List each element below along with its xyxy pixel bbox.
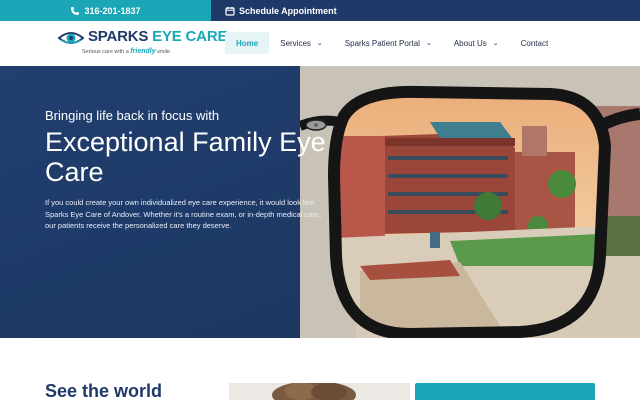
section-photo: [229, 383, 410, 400]
top-bar: 316-201-1837 Schedule Appointment: [0, 0, 640, 21]
calendar-icon: [225, 6, 235, 16]
logo-tagline: Serious care with a friendly smile: [82, 48, 170, 55]
hero-banner: Bringing life back in focus with Excepti…: [0, 66, 640, 338]
section-heading: See the world: [45, 381, 163, 401]
hero-title: Exceptional Family Eye Care: [45, 127, 326, 187]
chevron-down-icon: ⌄: [425, 40, 432, 47]
main-nav: Home Services ⌄ Sparks Patient Portal ⌄ …: [225, 32, 559, 54]
intro-section: See the world: [0, 338, 640, 401]
phone-link[interactable]: 316-201-1837: [0, 0, 211, 21]
feature-card[interactable]: [415, 383, 595, 400]
schedule-label: Schedule Appointment: [239, 5, 337, 16]
nav-services[interactable]: Services ⌄: [269, 32, 334, 54]
schedule-appointment-link[interactable]: Schedule Appointment: [225, 6, 337, 16]
tagline-suffix: smile: [157, 49, 170, 55]
nav-patient-portal-label: Sparks Patient Portal: [344, 38, 420, 48]
nav-patient-portal[interactable]: Sparks Patient Portal ⌄: [334, 32, 443, 54]
glasses-lens-image: [300, 66, 640, 338]
logo-brand-sparks: SPARKS: [88, 28, 149, 45]
phone-number: 316-201-1837: [84, 5, 141, 16]
nav-home[interactable]: Home: [225, 32, 270, 54]
tagline-prefix: Serious care with a: [82, 49, 129, 55]
site-header: SPARKS EYE CARE Serious care with a frie…: [0, 21, 640, 66]
nav-contact[interactable]: Contact: [510, 32, 560, 54]
hero-content: Bringing life back in focus with Excepti…: [45, 108, 330, 232]
hero-subtitle: Bringing life back in focus with: [45, 108, 220, 123]
nav-about-us-label: About Us: [453, 38, 487, 48]
nav-services-label: Services: [280, 38, 311, 48]
nav-home-label: Home: [236, 38, 259, 48]
hair-photo-image: [229, 383, 410, 400]
nav-about-us[interactable]: About Us ⌄: [443, 32, 510, 54]
nav-contact-label: Contact: [520, 38, 549, 48]
tagline-script: friendly: [130, 48, 156, 55]
chevron-down-icon: ⌄: [492, 40, 499, 47]
logo-brand-eyecare: EYE CARE: [152, 28, 228, 45]
eye-logo-icon: [58, 32, 84, 44]
phone-icon: [71, 6, 80, 15]
hero-description: If you could create your own individuali…: [45, 198, 322, 230]
site-logo[interactable]: SPARKS EYE CARE Serious care with a frie…: [58, 27, 227, 61]
chevron-down-icon: ⌄: [316, 40, 323, 47]
logo-wordmark: SPARKS EYE CARE: [88, 28, 227, 45]
